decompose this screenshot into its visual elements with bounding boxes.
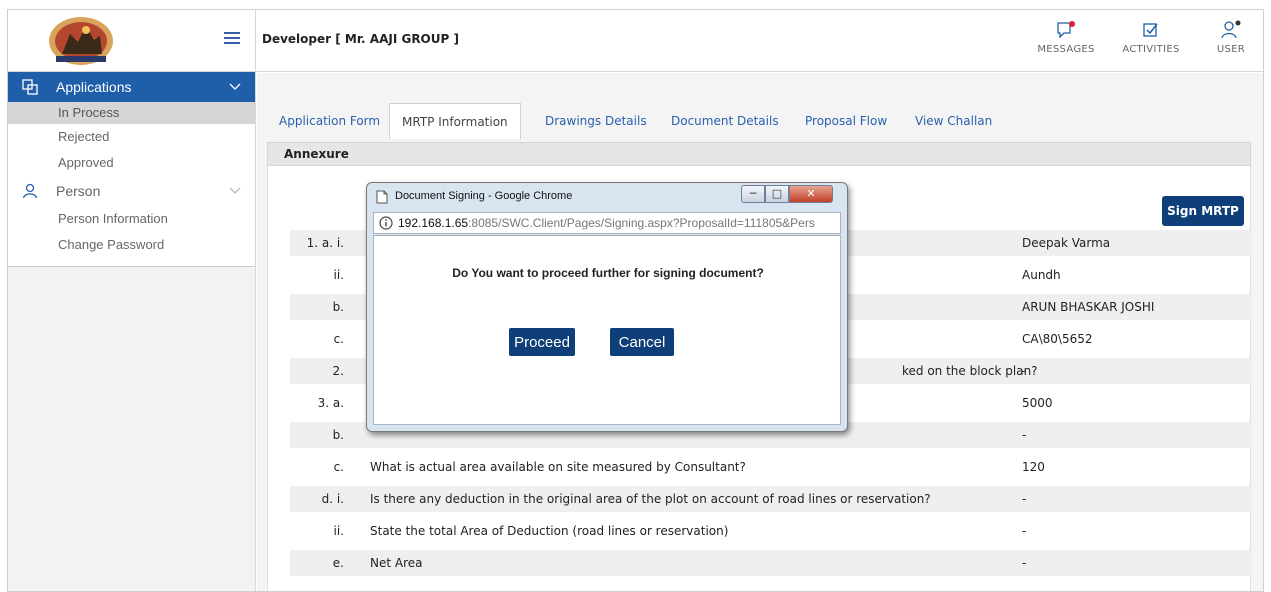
row-value: ARUN BHASKAR JOSHI	[1022, 300, 1155, 314]
organization-logo	[49, 17, 113, 65]
row-question: Is there any deduction in the original a…	[370, 492, 931, 506]
top-header: Developer [ Mr. AAJI GROUP ] MESSAGES AC…	[8, 10, 1263, 72]
table-row: e. Net Area -	[290, 550, 1252, 576]
document-icon	[376, 190, 388, 204]
sidebar-item-applications[interactable]: Applications	[8, 72, 255, 102]
row-number: e.	[332, 556, 344, 570]
sidebar-item-approved[interactable]: Approved	[8, 150, 255, 176]
checkbox-icon	[1143, 23, 1158, 37]
popup-title-bar[interactable]: Document Signing - Google Chrome ─ □ ✕	[367, 183, 847, 211]
maximize-icon[interactable]: □	[765, 185, 789, 203]
table-row: d. i. Is there any deduction in the orig…	[290, 486, 1252, 512]
table-row: c. What is actual area available on site…	[290, 454, 1252, 480]
row-number: c.	[333, 332, 344, 346]
info-icon	[379, 216, 393, 230]
row-question: ked on the block plan?	[902, 364, 1038, 378]
person-icon	[22, 183, 38, 199]
cancel-button[interactable]: Cancel	[610, 328, 674, 356]
row-question: State the total Area of Deduction (road …	[370, 524, 729, 538]
row-value: -	[1022, 364, 1027, 378]
row-question: What is actual area available on site me…	[370, 460, 746, 474]
sidebar-item-label: Applications	[56, 79, 132, 95]
document-signing-popup: Document Signing - Google Chrome ─ □ ✕ 1…	[366, 182, 848, 432]
messages-button[interactable]: MESSAGES	[1036, 20, 1096, 55]
sidebar-group-applications: Applications In Process Rejected Approve…	[8, 72, 255, 267]
row-question: Net Area	[370, 556, 423, 570]
sidebar-item-person[interactable]: Person	[8, 176, 255, 206]
sidebar-item-person-information[interactable]: Person Information	[8, 206, 255, 232]
chevron-down-icon	[229, 83, 241, 90]
row-number: d. i.	[321, 492, 344, 506]
row-number: b.	[332, 300, 344, 314]
address-host: 192.168.1.65	[398, 216, 469, 230]
popup-title: Document Signing - Google Chrome	[395, 190, 573, 202]
address-path: :8085/SWC.Client/Pages/Signing.aspx?Prop…	[468, 216, 815, 230]
message-icon	[1057, 21, 1075, 39]
user-label: USER	[1216, 44, 1246, 55]
row-value: CA\80\5652	[1022, 332, 1093, 346]
row-value: 120	[1022, 460, 1045, 474]
row-number: c.	[333, 460, 344, 474]
tab-mrtp-information[interactable]: MRTP Information	[389, 103, 521, 139]
row-value: Aundh	[1022, 268, 1061, 282]
tab-view-challan[interactable]: View Challan	[903, 103, 1004, 139]
close-icon[interactable]: ✕	[789, 185, 833, 203]
sign-mrtp-button[interactable]: Sign MRTP	[1162, 196, 1244, 226]
activities-button[interactable]: ACTIVITIES	[1121, 20, 1181, 55]
row-number: 1. a. i.	[306, 236, 344, 250]
minimize-icon[interactable]: ─	[741, 185, 765, 203]
user-icon	[1221, 20, 1241, 39]
row-value: -	[1022, 492, 1027, 506]
tab-bar: Application Form MRTP Information Drawin…	[257, 73, 1263, 139]
sidebar-item-label: Person	[56, 183, 101, 199]
confirm-question: Do You want to proceed further for signi…	[452, 266, 764, 280]
developer-title: Developer [ Mr. AAJI GROUP ]	[262, 32, 459, 46]
row-value: -	[1022, 524, 1027, 538]
row-value: Deepak Varma	[1022, 236, 1111, 250]
messages-label: MESSAGES	[1037, 44, 1095, 55]
row-number: 2.	[332, 364, 344, 378]
row-number: ii.	[333, 524, 344, 538]
row-number: b.	[332, 428, 344, 442]
popup-body: Do You want to proceed further for signi…	[373, 235, 841, 425]
sidebar: Applications In Process Rejected Approve…	[8, 72, 256, 591]
logo-area	[8, 10, 256, 72]
tab-application-form[interactable]: Application Form	[267, 103, 392, 139]
hamburger-menu-icon[interactable]	[224, 32, 240, 46]
chevron-down-icon	[229, 187, 241, 194]
annexure-header: Annexure	[267, 142, 1251, 166]
table-row: ii. State the total Area of Deduction (r…	[290, 518, 1252, 544]
tab-drawings-details[interactable]: Drawings Details	[533, 103, 659, 139]
row-number: ii.	[333, 268, 344, 282]
sidebar-item-rejected[interactable]: Rejected	[8, 124, 255, 150]
user-button[interactable]: USER	[1206, 20, 1256, 55]
copy-icon	[22, 79, 38, 95]
tab-proposal-flow[interactable]: Proposal Flow	[793, 103, 899, 139]
sidebar-item-in-process[interactable]: In Process	[8, 102, 255, 124]
row-value: -	[1022, 556, 1027, 570]
window-controls: ─ □ ✕	[741, 185, 839, 203]
activities-label: ACTIVITIES	[1122, 44, 1180, 55]
address-bar[interactable]: 192.168.1.65:8085/SWC.Client/Pages/Signi…	[373, 212, 841, 234]
proceed-button[interactable]: Proceed	[509, 328, 575, 356]
row-value: 5000	[1022, 396, 1053, 410]
tab-document-details[interactable]: Document Details	[659, 103, 791, 139]
sidebar-item-change-password[interactable]: Change Password	[8, 232, 255, 258]
row-number: 3. a.	[317, 396, 344, 410]
row-value: -	[1022, 428, 1027, 442]
